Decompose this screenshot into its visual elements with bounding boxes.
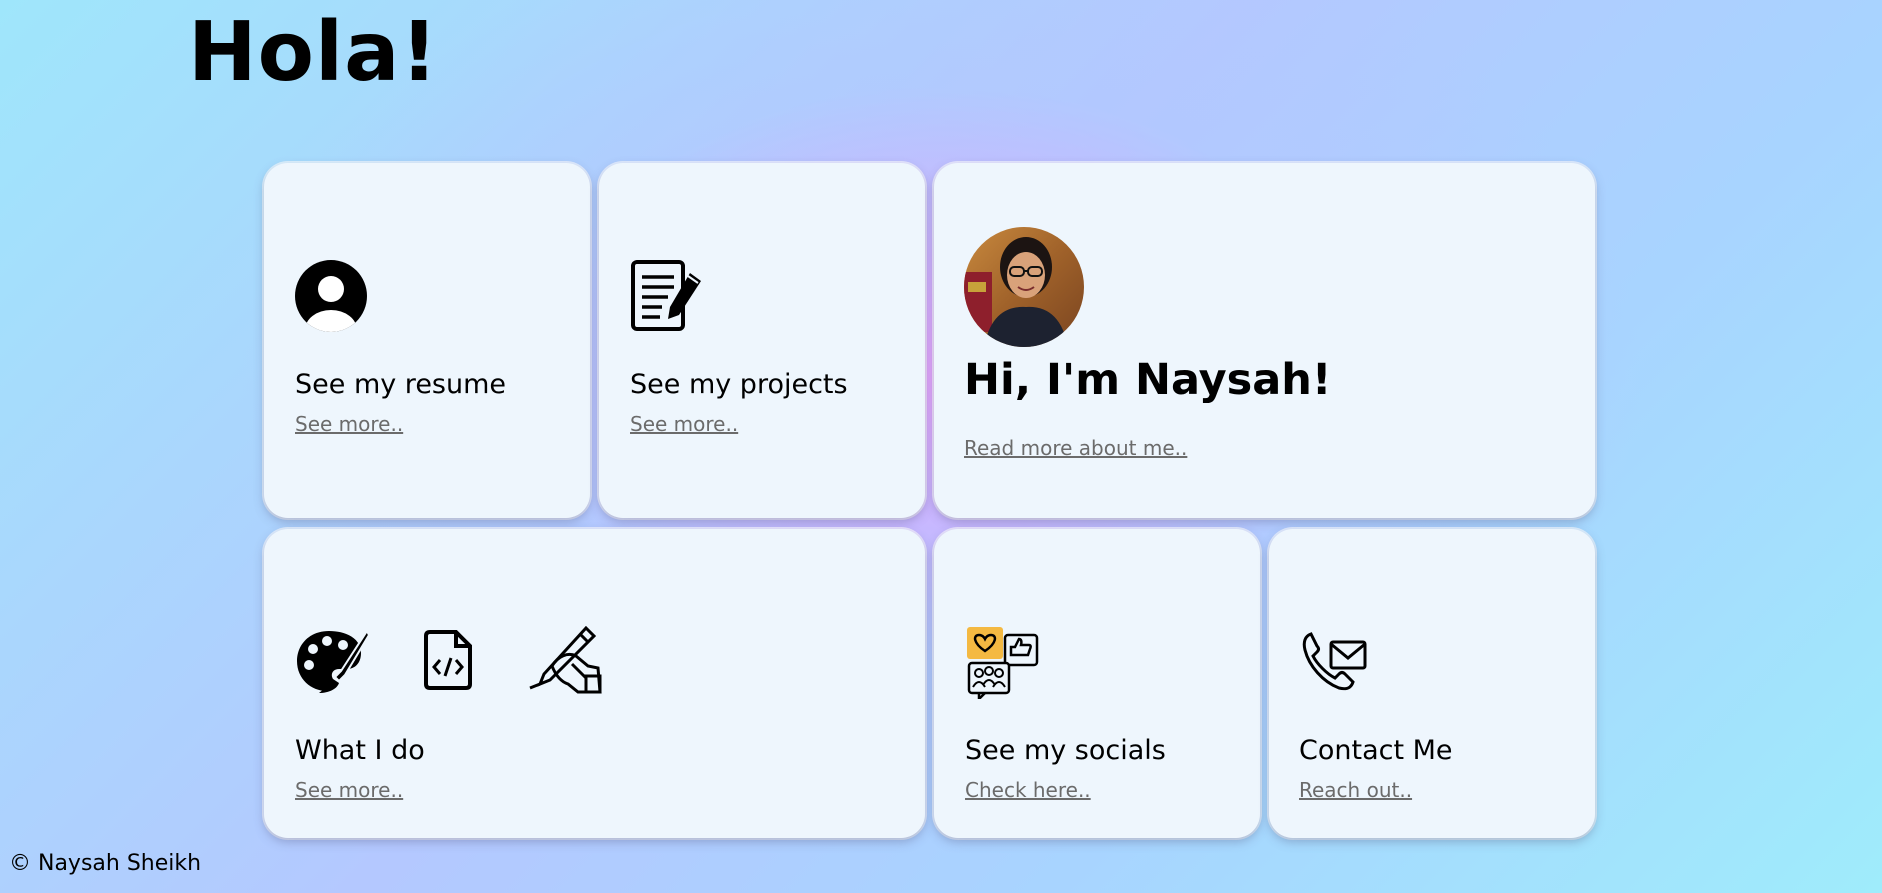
document-edit-icon	[631, 260, 701, 331]
resume-card-title: See my resume	[295, 369, 507, 400]
projects-card-title: See my projects	[630, 369, 848, 400]
palette-icon	[297, 628, 369, 693]
resume-see-more-link[interactable]: See more..	[295, 412, 403, 436]
social-media-icon	[967, 627, 1039, 699]
about-read-more-link[interactable]: Read more about me..	[964, 436, 1187, 460]
footer-copyright: © Naysah Sheikh	[9, 851, 202, 876]
projects-see-more-link[interactable]: See more..	[630, 412, 738, 436]
socials-check-here-link[interactable]: Check here..	[965, 778, 1091, 802]
socials-card-title: See my socials	[965, 735, 1166, 766]
contact-card-title: Contact Me	[1299, 735, 1453, 766]
hand-writing-icon	[529, 626, 602, 694]
profile-photo	[964, 227, 1084, 347]
code-file-icon	[424, 630, 472, 690]
what-i-do-card[interactable]: What I do See more..	[264, 529, 925, 838]
projects-card[interactable]: See my projects See more..	[599, 163, 925, 518]
what-i-do-see-more-link[interactable]: See more..	[295, 778, 403, 802]
contact-card[interactable]: Contact Me Reach out..	[1269, 529, 1595, 838]
user-avatar-icon	[295, 260, 367, 332]
resume-card[interactable]: See my resume See more..	[264, 163, 590, 518]
phone-mail-icon	[1302, 632, 1367, 691]
what-i-do-card-title: What I do	[295, 735, 425, 766]
contact-reach-out-link[interactable]: Reach out..	[1299, 778, 1412, 802]
about-card[interactable]: Hi, I'm Naysah! Read more about me..	[934, 163, 1595, 518]
page-title: Hola!	[188, 5, 439, 100]
socials-card[interactable]: See my socials Check here..	[934, 529, 1260, 838]
about-card-title: Hi, I'm Naysah!	[964, 355, 1332, 405]
